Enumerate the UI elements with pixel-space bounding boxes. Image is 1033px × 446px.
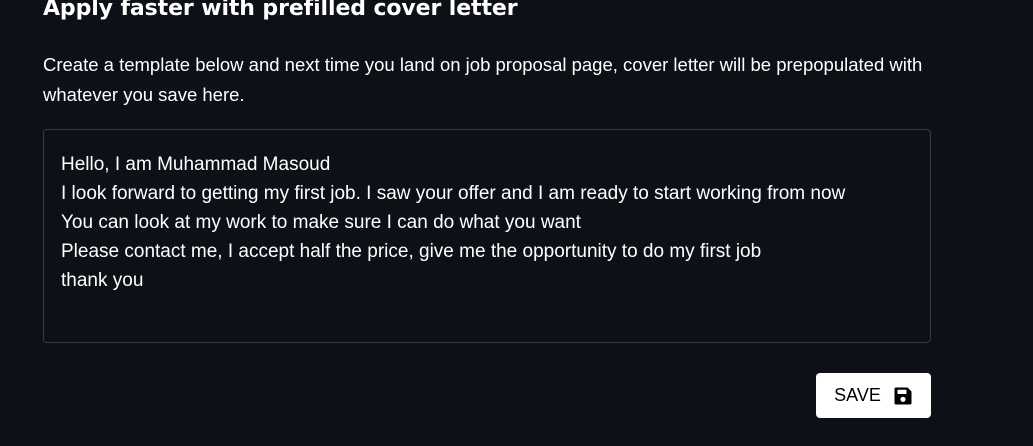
cover-letter-line: thank you: [61, 270, 144, 291]
cover-letter-textarea[interactable]: Hello, I am Muhammad Masoud I look forwa…: [43, 129, 931, 343]
cover-letter-settings: Apply faster with prefilled cover letter…: [0, 0, 1033, 446]
save-button-label: SAVE: [834, 385, 881, 405]
floppy-disk-icon: [893, 386, 913, 406]
cover-letter-line: I look forward to getting my first job. …: [61, 183, 846, 204]
cover-letter-line: Please contact me, I accept half the pri…: [61, 241, 762, 262]
save-button[interactable]: SAVE: [816, 373, 931, 418]
page-title: Apply faster with prefilled cover letter: [43, 0, 518, 21]
description-text: Create a template below and next time yo…: [43, 54, 923, 105]
cover-letter-line: You can look at my work to make sure I c…: [61, 212, 581, 233]
cover-letter-line: Hello, I am Muhammad Masoud: [61, 154, 331, 175]
